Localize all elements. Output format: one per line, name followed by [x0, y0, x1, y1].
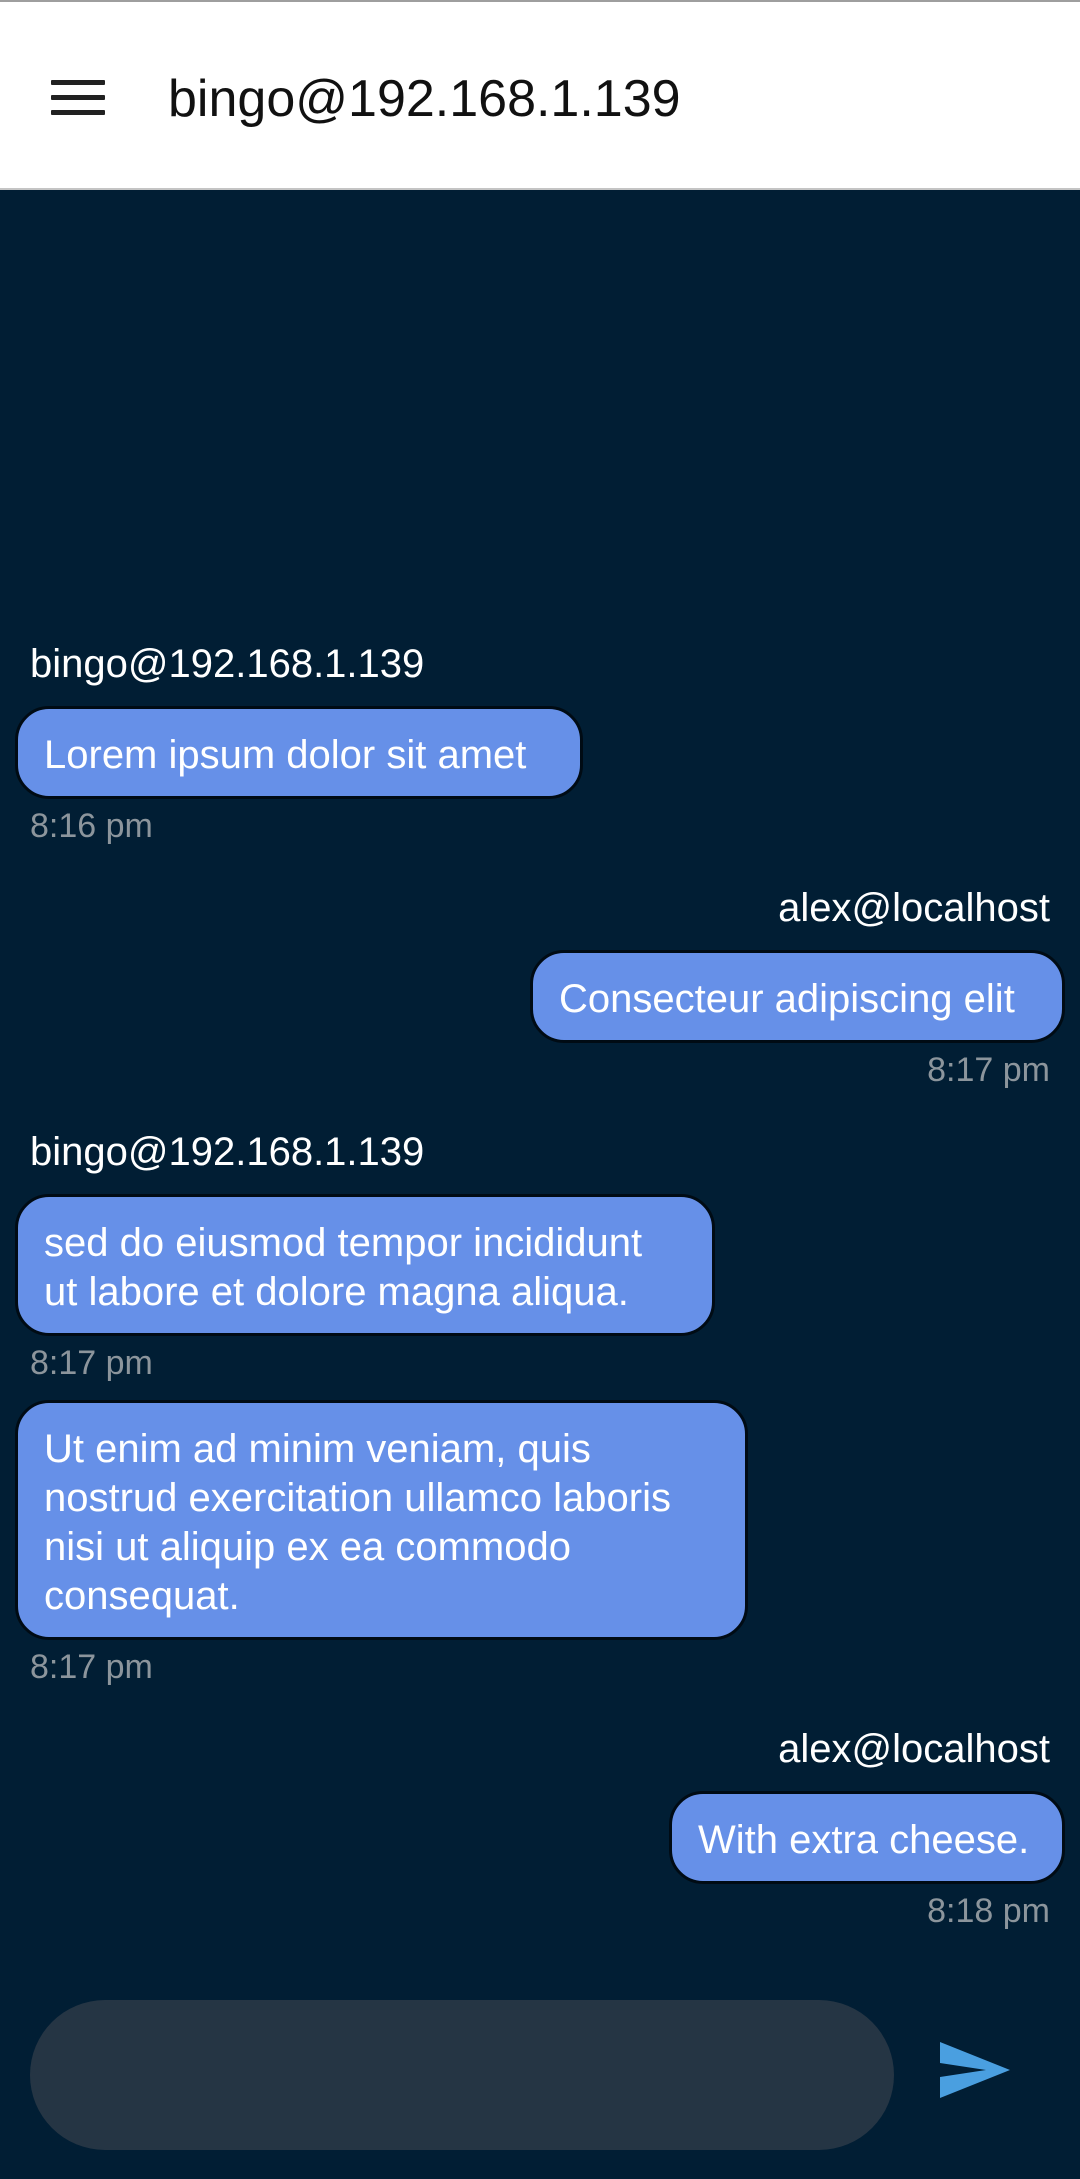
message-input[interactable] — [30, 2000, 894, 2150]
message-time: 8:17 pm — [30, 1648, 153, 1686]
message-sender: alex@localhost — [778, 1727, 1050, 1771]
message-sender: bingo@192.168.1.139 — [30, 1130, 425, 1174]
message-bubble[interactable]: sed do eiusmod tempor incididunt ut labo… — [15, 1194, 715, 1336]
message-time: 8:16 pm — [30, 807, 153, 845]
chat-screen: bingo@192.168.1.139 bingo@192.168.1.139 … — [0, 0, 1080, 2179]
app-bar: bingo@192.168.1.139 — [0, 0, 1080, 190]
message-sender: bingo@192.168.1.139 — [30, 642, 425, 686]
message-bubble[interactable]: Consecteur adipiscing elit — [530, 950, 1065, 1043]
send-icon — [940, 2042, 1010, 2098]
message-sender: alex@localhost — [778, 886, 1050, 930]
message-time: 8:17 pm — [30, 1344, 153, 1382]
page-title: bingo@192.168.1.139 — [168, 70, 681, 128]
message-time: 8:18 pm — [927, 1892, 1050, 1930]
send-button[interactable] — [928, 2030, 1018, 2110]
message-time: 8:17 pm — [927, 1051, 1050, 1089]
hamburger-menu-icon[interactable] — [38, 58, 118, 138]
message-bubble[interactable]: Lorem ipsum dolor sit amet — [15, 706, 583, 799]
message-bubble[interactable]: With extra cheese. — [669, 1791, 1065, 1884]
message-bubble[interactable]: Ut enim ad minim veniam, quis nostrud ex… — [15, 1400, 748, 1640]
